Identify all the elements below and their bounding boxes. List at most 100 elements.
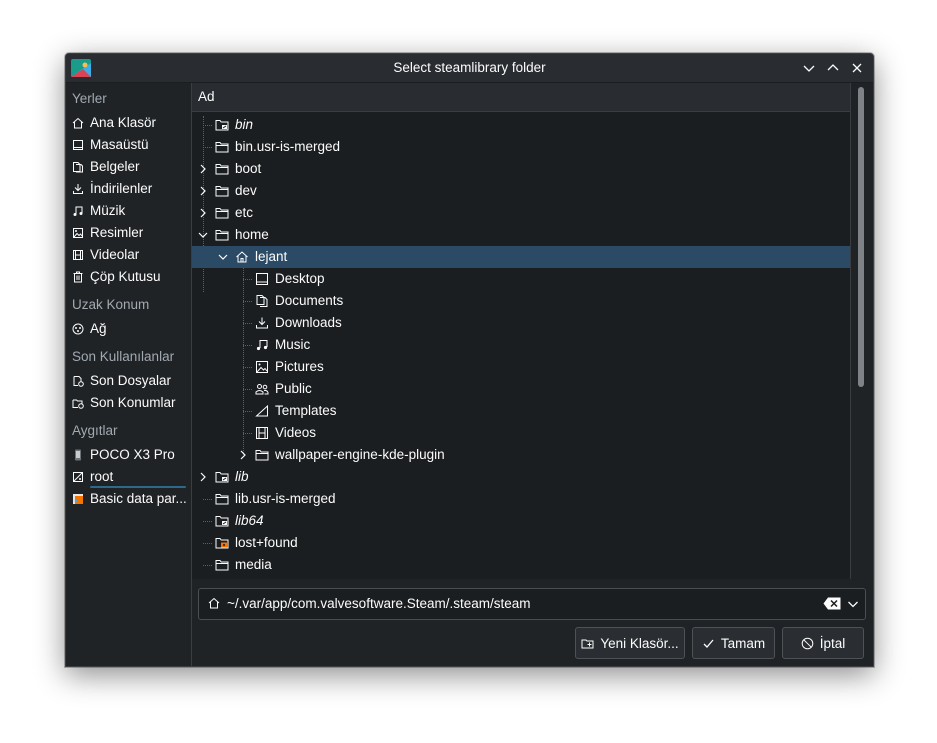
tree-row[interactable]: Templates [192, 400, 850, 422]
sidebar-item-recent-files[interactable]: Son Dosyalar [66, 370, 191, 392]
minimize-button[interactable] [799, 58, 819, 78]
trash-icon [72, 271, 84, 283]
folder-icon [215, 207, 229, 219]
tree-row-label: bin [235, 117, 254, 132]
home-icon [208, 597, 221, 610]
file-dialog-window: Select steamlibrary folder Yerler Ana Kl… [65, 53, 874, 667]
tree-row[interactable]: bin [192, 114, 850, 136]
sidebar-item-downloads[interactable]: İndirilenler [66, 178, 191, 200]
tree-row[interactable]: Downloads [192, 312, 850, 334]
sidebar-item-phone[interactable]: POCO X3 Pro [66, 444, 191, 466]
video-icon [255, 427, 269, 439]
expand-chevron-right-icon[interactable] [198, 186, 208, 196]
tree-row[interactable]: Documents [192, 290, 850, 312]
home-icon [72, 117, 84, 129]
places-sidebar: Yerler Ana Klasör Masaüstü Belgeler İndi… [66, 83, 192, 666]
tree-row-label: lib64 [235, 513, 264, 528]
expand-chevron-down-icon[interactable] [218, 252, 228, 262]
sidebar-item-label: Belgeler [90, 159, 140, 174]
ok-button[interactable]: Tamam [692, 627, 775, 659]
sidebar-item-label: Masaüstü [90, 137, 149, 152]
tree-row[interactable]: Videos [192, 422, 850, 444]
expand-chevron-right-icon[interactable] [198, 164, 208, 174]
maximize-button[interactable] [823, 58, 843, 78]
sidebar-item-label: Videolar [90, 247, 140, 262]
folder-icon [215, 559, 229, 571]
tree-row[interactable]: Pictures [192, 356, 850, 378]
cancel-button[interactable]: İptal [782, 627, 864, 659]
tree-row[interactable]: home [192, 224, 850, 246]
sidebar-item-label: POCO X3 Pro [90, 447, 175, 462]
download-icon [72, 183, 84, 195]
sidebar-item-trash[interactable]: Çöp Kutusu [66, 266, 191, 288]
tree-row-label: Public [275, 381, 312, 396]
sidebar-item-recent-locations[interactable]: Son Konumlar [66, 392, 191, 414]
cancel-icon [801, 637, 814, 650]
expand-chevron-right-icon[interactable] [198, 208, 208, 218]
recent-locations-icon [72, 397, 84, 409]
expand-chevron-right-icon[interactable] [198, 472, 208, 482]
expand-chevron-right-icon[interactable] [238, 450, 248, 460]
clear-text-icon[interactable] [823, 597, 841, 610]
tree-row-label: lejant [255, 249, 288, 264]
desktop-icon [72, 139, 84, 151]
folder-icon [215, 493, 229, 505]
tree-row-label: lib [235, 469, 249, 484]
tree-row[interactable]: dev [192, 180, 850, 202]
tree-row[interactable]: Music [192, 334, 850, 356]
new-folder-icon [581, 637, 594, 650]
sidebar-item-network[interactable]: Ağ [66, 318, 191, 340]
tree-row-label: wallpaper-engine-kde-plugin [275, 447, 445, 462]
templates-icon [255, 405, 269, 417]
sidebar-item-documents[interactable]: Belgeler [66, 156, 191, 178]
tree-row[interactable]: boot [192, 158, 850, 180]
folder-icon [215, 185, 229, 197]
close-button[interactable] [847, 58, 867, 78]
folder-link-icon [215, 515, 229, 527]
sidebar-section-places: Yerler [72, 91, 107, 106]
sidebar-item-partition[interactable]: Basic data par... [66, 488, 191, 510]
sidebar-item-root[interactable]: root [66, 466, 191, 488]
sidebar-item-desktop[interactable]: Masaüstü [66, 134, 191, 156]
tree-row[interactable]: media [192, 554, 850, 576]
sidebar-section-devices: Aygıtlar [72, 423, 118, 438]
tree-row[interactable]: etc [192, 202, 850, 224]
tree-row[interactable]: lib [192, 466, 850, 488]
sidebar-item-label: Çöp Kutusu [90, 269, 161, 284]
tree-row-label: home [235, 227, 269, 242]
tree-row[interactable]: Desktop [192, 268, 850, 290]
column-header-label: Ad [198, 89, 215, 104]
tree-row-label: Documents [275, 293, 344, 308]
folder-tree[interactable]: Ad bin bin.usr-is-merged boot dev etc home lej… [192, 83, 850, 579]
checkmark-icon [702, 637, 715, 650]
sidebar-item-videos[interactable]: Videolar [66, 244, 191, 266]
tree-row-label: Desktop [275, 271, 325, 286]
tree-row[interactable]: bin.usr-is-merged [192, 136, 850, 158]
tree-row[interactable]: lejant [192, 246, 850, 268]
new-folder-button[interactable]: Yeni Klasör... [575, 627, 685, 659]
sidebar-item-label: Ana Klasör [90, 115, 157, 130]
sidebar-item-pictures[interactable]: Resimler [66, 222, 191, 244]
documents-icon [255, 295, 269, 307]
chevron-down-icon[interactable] [847, 598, 859, 610]
sidebar-item-home[interactable]: Ana Klasör [66, 112, 191, 134]
tree-row[interactable]: lib64 [192, 510, 850, 532]
sidebar-item-music[interactable]: Müzik [66, 200, 191, 222]
folder-icon [255, 449, 269, 461]
tree-row-label: Pictures [275, 359, 324, 374]
video-icon [72, 249, 84, 261]
download-icon [255, 317, 269, 329]
tree-row[interactable]: wallpaper-engine-kde-plugin [192, 444, 850, 466]
tree-row-label: Videos [275, 425, 317, 440]
tree-row-label: Downloads [275, 315, 342, 330]
window-title: Select steamlibrary folder [393, 60, 546, 75]
location-path[interactable]: ~/.var/app/com.valvesoftware.Steam/.stea… [227, 589, 531, 619]
tree-row[interactable]: Public [192, 378, 850, 400]
tree-row[interactable]: lib.usr-is-merged [192, 488, 850, 510]
scrollbar-thumb[interactable] [858, 87, 864, 387]
expand-chevron-down-icon[interactable] [198, 230, 208, 240]
name-column-header[interactable]: Ad [192, 83, 850, 112]
vertical-scrollbar[interactable] [850, 83, 873, 579]
tree-row[interactable]: lost+found [192, 532, 850, 554]
location-bar[interactable]: ~/.var/app/com.valvesoftware.Steam/.stea… [198, 588, 866, 620]
